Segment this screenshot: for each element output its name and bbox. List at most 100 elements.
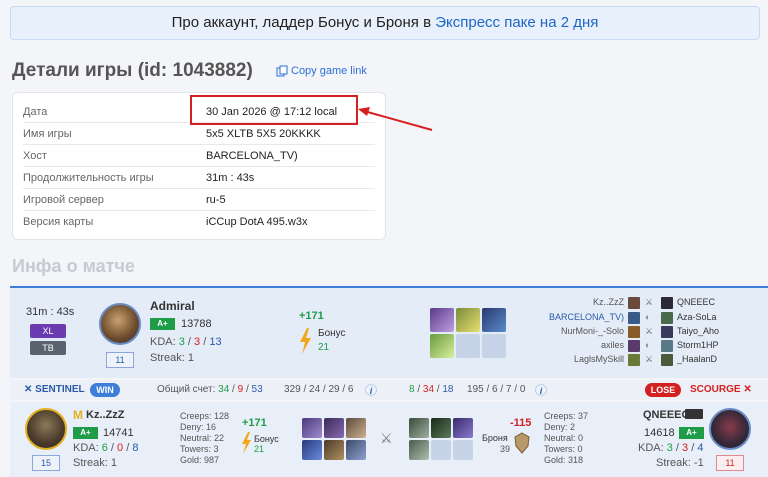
lightning-icon (242, 432, 251, 454)
stat-towers: Towers: 3 (180, 444, 219, 454)
left-farm-stats: Creeps: 128 Deny: 16 Neutral: 22 Towers:… (180, 411, 229, 466)
sentinel-player[interactable]: LaglsMySkill (540, 354, 624, 364)
bonus-label: Бонус (318, 328, 346, 339)
stat-creeps: Creeps: 128 (180, 411, 230, 421)
scourge-player[interactable]: Storm1HP (677, 340, 719, 350)
stat-gold: Gold: 318 (544, 455, 584, 465)
kda-label: KDA: (638, 442, 664, 454)
mode-badge-xl: XL (30, 324, 66, 338)
left-player-avatar[interactable] (25, 408, 67, 450)
total-assists: 53 (251, 384, 263, 395)
hero-icon (661, 312, 673, 324)
total-score-label: Общий счет: (157, 384, 216, 395)
right-kda: KDA: 3 / 3 / 4 (638, 442, 704, 454)
detail-row-name: Имя игры 5x5 XLTB 5X5 20KKKK (23, 123, 375, 145)
item-slot[interactable] (409, 418, 429, 438)
detail-row-map: Версия карты iCCup DotA 495.w3x (23, 211, 375, 233)
item-slot[interactable] (453, 418, 473, 438)
scourge-text: SCOURGE (690, 384, 741, 395)
hero-icon (628, 340, 640, 352)
detail-key: Продолжительность игры (23, 172, 154, 184)
left-bonus-value: 21 (254, 444, 265, 454)
item-slot-empty (453, 440, 473, 460)
rating-delta: +171 (299, 310, 324, 322)
lose-badge: LOSE (645, 383, 681, 397)
right-streak: Streak: -1 (656, 457, 704, 469)
item-slot[interactable] (456, 308, 480, 332)
item-slot[interactable] (346, 440, 366, 460)
hero-icon (661, 354, 673, 366)
copy-link-label: Copy game link (291, 65, 367, 77)
item-slot[interactable] (324, 418, 344, 438)
info-icon[interactable]: i (535, 384, 547, 396)
scourge-deaths: 34 (422, 384, 435, 395)
hero-icon (661, 340, 673, 352)
kda-assists: 4 (697, 442, 704, 454)
scourge-player[interactable]: QNEEEC (677, 297, 715, 307)
shield-icon: ◐ (645, 340, 651, 350)
item-slot[interactable] (430, 334, 454, 358)
stat-neutral: Neutral: 22 (180, 433, 225, 443)
left-player-name[interactable]: Kz..ZzZ (86, 409, 125, 421)
hero-icon (628, 354, 640, 366)
right-rating-delta: -115 (510, 417, 532, 429)
annotation-arrow-icon (358, 107, 433, 131)
detail-row-duration: Продолжительность игры 31m : 43s (23, 167, 375, 189)
player-streak: Streak: 1 (150, 352, 195, 364)
scourge-player[interactable]: Taiyo_Aho (677, 326, 719, 336)
page-title: Детали игры (id: 1043882) (12, 60, 253, 81)
detail-key: Имя игры (23, 128, 72, 140)
right-player-avatar[interactable] (709, 408, 751, 450)
scourge-player[interactable]: Aza-SoLa (677, 312, 717, 322)
mode-badge-tb: TB (30, 341, 66, 355)
armor-value: 39 (500, 444, 511, 454)
item-slot[interactable] (482, 308, 506, 332)
detail-value: ru-5 (206, 194, 226, 206)
bonus-value: 21 (318, 342, 330, 353)
detail-key: Версия карты (23, 216, 94, 228)
player-kda: KDA: 3 / 3 / 13 (150, 336, 222, 348)
player-avatar[interactable] (99, 303, 141, 345)
mcdonalds-icon: M (73, 408, 83, 422)
item-slot[interactable] (302, 418, 322, 438)
sentinel-player[interactable]: axiles (540, 340, 624, 350)
promo-link[interactable]: Экспресс паке на 2 дня (435, 14, 598, 31)
scourge-kills: 8 (409, 384, 415, 395)
info-icon[interactable]: i (365, 384, 377, 396)
item-slot-empty (431, 440, 451, 460)
swords-icon: ✕ (24, 384, 33, 395)
left-streak: Streak: 1 (73, 457, 118, 469)
crossed-swords-icon: ⚔ (645, 297, 654, 307)
detail-value: iCCup DotA 495.w3x (206, 216, 308, 228)
stat-gold: Gold: 987 (180, 455, 220, 465)
item-slot[interactable] (430, 308, 454, 332)
sentinel-player[interactable]: NurMoni-_-Solo (540, 326, 624, 336)
kda-assists: 13 (209, 336, 222, 348)
scourge-assists: 18 (442, 384, 454, 395)
item-slot[interactable] (431, 418, 451, 438)
sentinel-player[interactable]: Kz..ZzZ (540, 297, 624, 307)
item-slot[interactable] (409, 440, 429, 460)
stat-creeps: Creeps: 37 (544, 411, 589, 421)
scourge-player[interactable]: _HaalanD (677, 354, 717, 364)
right-player-name[interactable]: QNEEEC (643, 409, 689, 421)
player-rating: 13788 (181, 318, 212, 330)
win-badge: WIN (90, 383, 120, 397)
sentinel-player[interactable]: BARCELONA_TV) (540, 312, 624, 322)
item-slot[interactable] (302, 440, 322, 460)
promo-banner[interactable]: Про аккаунт, ладдер Бонус и Броня в Эксп… (10, 6, 760, 40)
item-slot[interactable] (346, 418, 366, 438)
kda-label: KDA: (150, 336, 176, 348)
stat-neutral: Neutral: 0 (544, 433, 584, 443)
crossed-swords-icon: ⚔ (645, 354, 654, 364)
player-name[interactable]: Admiral (150, 299, 195, 313)
copy-link-button[interactable]: Copy game link (276, 65, 367, 77)
kda-kills: 3 (178, 336, 185, 348)
versus-swords-icon: ⚔ (380, 430, 393, 446)
detail-key: Хост (23, 150, 47, 162)
item-slot[interactable] (324, 440, 344, 460)
king-badge-icon (685, 409, 703, 419)
item-slot-empty (456, 334, 480, 358)
stat-deny: Deny: 2 (544, 422, 576, 432)
kda-deaths: 3 (194, 336, 201, 348)
